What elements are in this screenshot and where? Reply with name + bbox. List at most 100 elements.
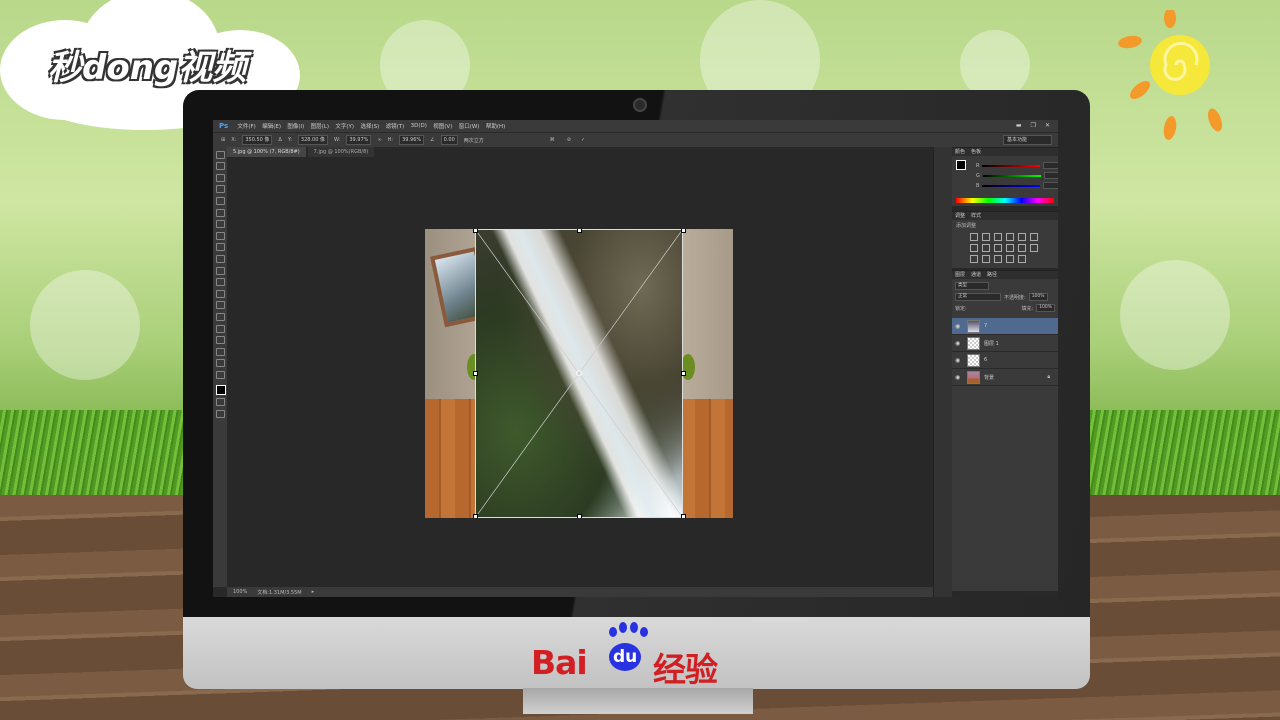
type-tool-icon[interactable] bbox=[215, 324, 225, 333]
document-canvas[interactable] bbox=[425, 229, 733, 518]
layer-kind-filter[interactable]: 类型 bbox=[955, 282, 989, 290]
menu-3d[interactable]: 3D(D) bbox=[407, 123, 430, 129]
tab-paths[interactable]: 路径 bbox=[987, 271, 997, 279]
visibility-eye-icon[interactable]: ◉ bbox=[955, 340, 963, 347]
vibrance-icon[interactable] bbox=[1018, 233, 1026, 241]
quick-select-tool-icon[interactable] bbox=[215, 185, 225, 194]
eyedropper-tool-icon[interactable] bbox=[215, 208, 225, 217]
red-value[interactable] bbox=[1043, 162, 1058, 169]
minimize-button[interactable]: ▬ bbox=[1016, 122, 1022, 129]
close-button[interactable]: ✕ bbox=[1045, 122, 1050, 129]
blue-value[interactable] bbox=[1043, 182, 1058, 189]
photo-filter-icon[interactable] bbox=[1006, 244, 1014, 252]
brush-tool-icon[interactable] bbox=[215, 231, 225, 240]
menu-type[interactable]: 文字(Y) bbox=[332, 122, 357, 130]
tab-swatches[interactable]: 色板 bbox=[971, 148, 981, 156]
blend-mode-select[interactable]: 正常 bbox=[955, 293, 1001, 301]
brightness-icon[interactable] bbox=[970, 233, 978, 241]
gradient-map-icon[interactable] bbox=[1030, 233, 1038, 241]
fill-field[interactable]: 100% bbox=[1036, 304, 1055, 312]
layer-row[interactable]: ◉ 7 bbox=[952, 318, 1058, 335]
transform-handle[interactable] bbox=[681, 371, 686, 376]
channel-mixer-icon[interactable] bbox=[1018, 244, 1026, 252]
tab-styles[interactable]: 样式 bbox=[971, 212, 981, 220]
shape-tool-icon[interactable] bbox=[215, 347, 225, 356]
crop-tool-icon[interactable] bbox=[215, 196, 225, 205]
link-icon[interactable]: ∞ bbox=[377, 137, 381, 143]
gradient-tool-icon[interactable] bbox=[215, 278, 225, 287]
curves-icon[interactable] bbox=[994, 233, 1002, 241]
y-field[interactable]: 328.00 像 bbox=[297, 135, 329, 145]
interpolation-label[interactable]: 两次立方 bbox=[464, 137, 484, 144]
red-slider[interactable] bbox=[982, 164, 1041, 167]
invert-icon[interactable] bbox=[970, 255, 978, 263]
cancel-transform-icon[interactable]: ⊘ bbox=[567, 137, 571, 143]
transform-handle[interactable] bbox=[577, 514, 582, 518]
tab-adjustments[interactable]: 调整 bbox=[955, 212, 965, 220]
menu-filter[interactable]: 滤镜(T) bbox=[382, 122, 407, 130]
height-field[interactable]: 39.96% bbox=[399, 135, 425, 145]
color-balance-icon[interactable] bbox=[982, 244, 990, 252]
color-spectrum[interactable] bbox=[956, 198, 1054, 203]
blur-tool-icon[interactable] bbox=[215, 289, 225, 298]
tab-layers[interactable]: 图层 bbox=[955, 271, 965, 279]
levels-icon[interactable] bbox=[982, 233, 990, 241]
menu-image[interactable]: 图像(I) bbox=[284, 122, 307, 130]
transform-handle[interactable] bbox=[473, 371, 478, 376]
opacity-field[interactable]: 100% bbox=[1028, 293, 1048, 301]
width-field[interactable]: 39.97% bbox=[346, 135, 372, 145]
menu-layer[interactable]: 图层(L) bbox=[307, 122, 332, 130]
angle-field[interactable]: 0.00 bbox=[440, 135, 458, 145]
status-arrow-icon[interactable]: ▸ bbox=[312, 589, 315, 595]
dodge-tool-icon[interactable] bbox=[215, 301, 225, 310]
visibility-eye-icon[interactable]: ◉ bbox=[955, 323, 963, 330]
zoom-tool-icon[interactable] bbox=[215, 370, 225, 379]
eraser-tool-icon[interactable] bbox=[215, 266, 225, 275]
layer-row[interactable]: ◉ 背景 🔒︎ bbox=[952, 369, 1058, 386]
x-field[interactable]: 350.50 像 bbox=[242, 135, 273, 145]
tab-channels[interactable]: 通道 bbox=[971, 271, 981, 279]
restore-button[interactable]: ❐ bbox=[1031, 122, 1036, 129]
transform-handle[interactable] bbox=[681, 229, 686, 233]
posterize-icon[interactable] bbox=[982, 255, 990, 263]
path-select-icon[interactable] bbox=[215, 336, 225, 345]
blue-slider[interactable] bbox=[982, 184, 1041, 187]
hue-icon[interactable] bbox=[970, 244, 978, 252]
zoom-level[interactable]: 100% bbox=[233, 589, 247, 595]
hand-tool-icon[interactable] bbox=[215, 359, 225, 368]
stamp-tool-icon[interactable] bbox=[215, 243, 225, 252]
menu-select[interactable]: 选择(S) bbox=[357, 122, 382, 130]
move-tool-icon[interactable] bbox=[215, 150, 225, 159]
visibility-eye-icon[interactable]: ◉ bbox=[955, 374, 963, 381]
menu-window[interactable]: 窗口(W) bbox=[456, 122, 483, 130]
pen-tool-icon[interactable] bbox=[215, 312, 225, 321]
menu-help[interactable]: 帮助(H) bbox=[483, 122, 509, 130]
layer-row[interactable]: ◉ 6 bbox=[952, 352, 1058, 369]
menu-edit[interactable]: 编辑(E) bbox=[259, 122, 284, 130]
green-value[interactable] bbox=[1043, 172, 1058, 179]
workspace-select[interactable]: 基本功能 bbox=[1003, 135, 1052, 145]
transform-handle[interactable] bbox=[681, 514, 686, 518]
history-brush-icon[interactable] bbox=[215, 254, 225, 263]
marquee-tool-icon[interactable] bbox=[215, 162, 225, 171]
menu-file[interactable]: 文件(F) bbox=[234, 122, 259, 130]
tab-5-jpg[interactable]: 5.jpg @ 100% (7, RGB/8#) bbox=[227, 147, 306, 157]
green-slider[interactable] bbox=[982, 174, 1041, 177]
healing-tool-icon[interactable] bbox=[215, 220, 225, 229]
warp-mode-icon[interactable]: ⌘ bbox=[550, 137, 555, 143]
gradient-icon[interactable] bbox=[1018, 255, 1026, 263]
transform-handle[interactable] bbox=[577, 229, 582, 233]
tab-7-jpg[interactable]: 7.jpg @ 100%(RGB/8) bbox=[307, 147, 375, 157]
bw-icon[interactable] bbox=[994, 244, 1002, 252]
transform-handle[interactable] bbox=[473, 514, 478, 518]
fg-color-chip[interactable] bbox=[956, 160, 966, 170]
tab-color[interactable]: 颜色 bbox=[955, 148, 965, 156]
transform-handle[interactable] bbox=[473, 229, 478, 233]
visibility-eye-icon[interactable]: ◉ bbox=[955, 357, 963, 364]
menu-view[interactable]: 视图(V) bbox=[430, 122, 455, 130]
threshold-icon[interactable] bbox=[994, 255, 1002, 263]
screen-mode-icon[interactable] bbox=[215, 410, 225, 419]
exposure-icon[interactable] bbox=[1006, 233, 1014, 241]
layer-row[interactable]: ◉ 图层 1 bbox=[952, 335, 1058, 352]
lookup-icon[interactable] bbox=[1030, 244, 1038, 252]
